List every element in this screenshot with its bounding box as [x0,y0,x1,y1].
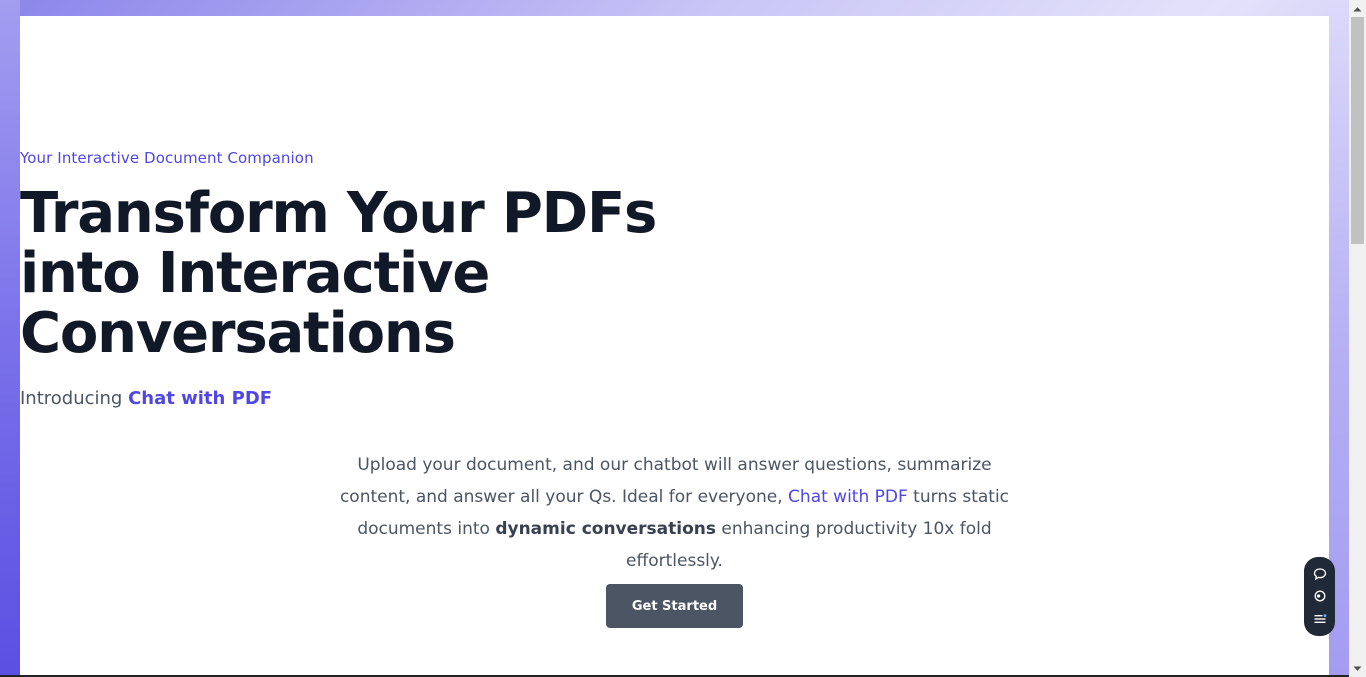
hero-tagline: Your Interactive Document Companion [20,149,314,167]
vertical-scrollbar[interactable] [1349,0,1366,677]
scroll-up-icon[interactable] [1349,0,1366,17]
list-menu-icon[interactable] [1312,611,1328,627]
chat-bubble-icon[interactable] [1312,566,1328,582]
get-started-button[interactable]: Get Started [606,584,743,628]
intro-brand: Chat with PDF [128,388,273,409]
desc-bold: dynamic conversations [495,519,716,539]
intro-line: Introducing Chat with PDF [20,388,1329,409]
hero-description: Upload your document, and our chatbot wi… [330,449,1019,577]
hero-panel: Your Interactive Document Companion Tran… [20,16,1329,677]
hero-headline: Transform Your PDFs into Interactive Con… [20,184,1329,364]
screen-capture-icon[interactable] [1312,588,1328,604]
chat-with-pdf-link[interactable]: Chat with PDF [788,487,908,507]
background-left-gradient [0,0,20,677]
headline-line-2: into Interactive [20,241,490,306]
scrollbar-thumb[interactable] [1351,17,1364,244]
floating-toolbar [1304,557,1335,636]
headline-line-1: Transform Your PDFs [20,181,657,246]
scroll-down-icon[interactable] [1349,660,1366,677]
intro-prefix: Introducing [20,388,129,409]
headline-line-3: Conversations [20,301,456,366]
